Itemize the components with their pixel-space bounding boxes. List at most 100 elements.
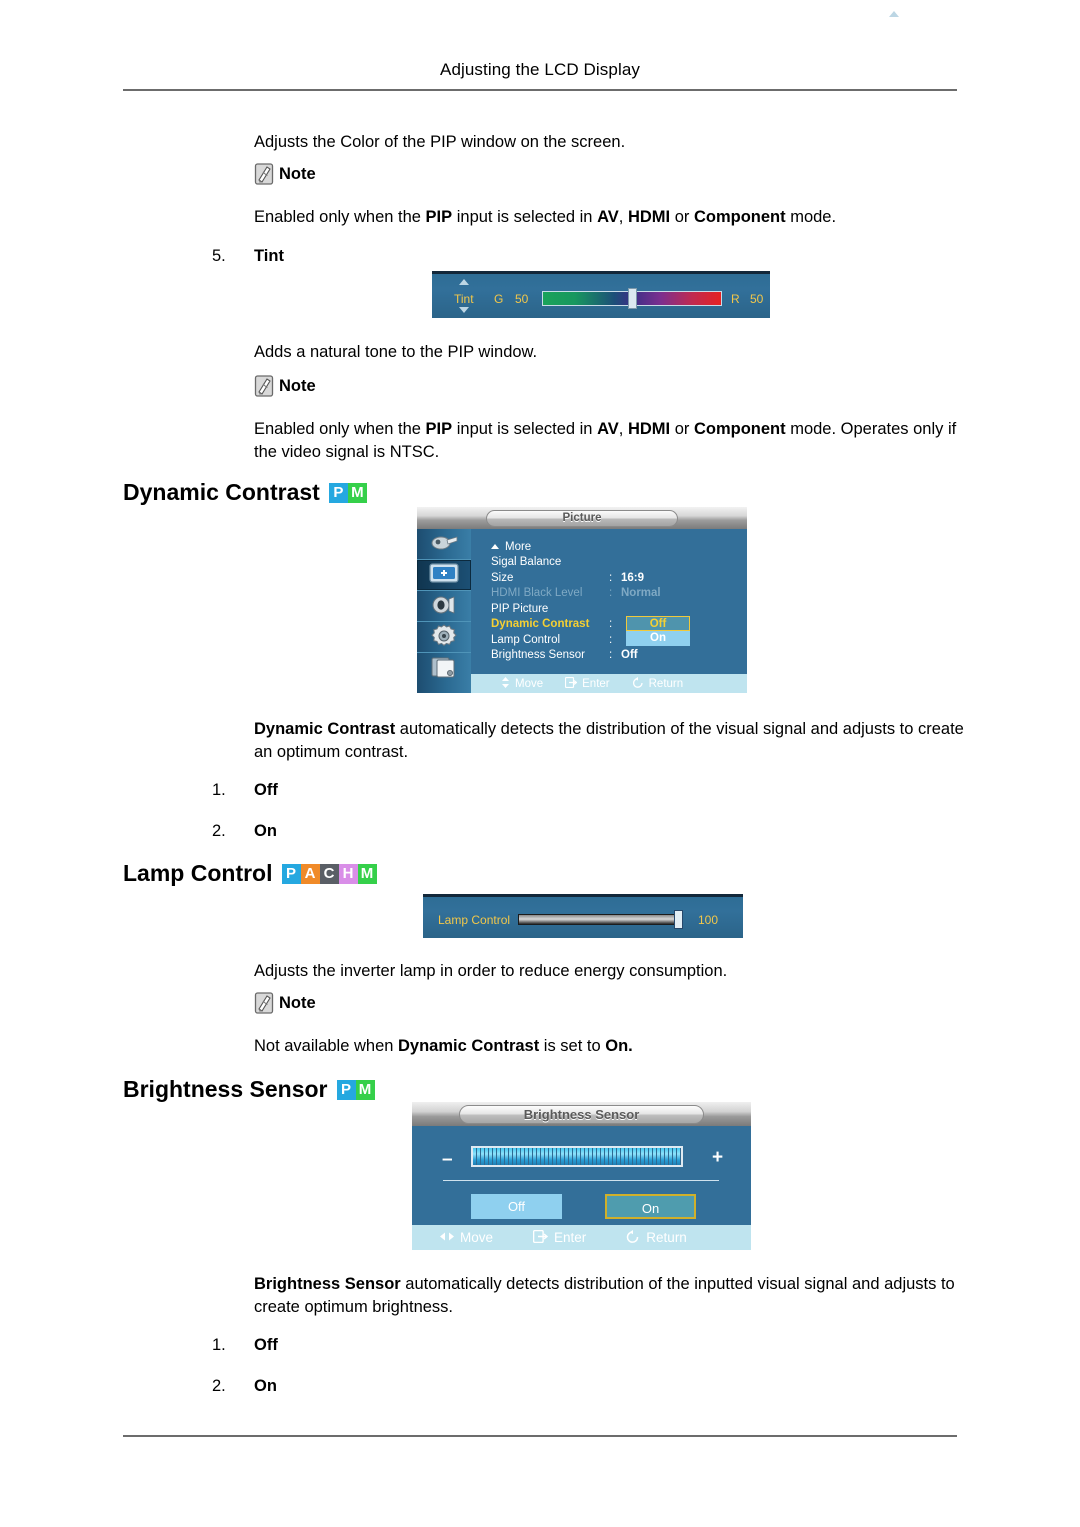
footer-move[interactable]: Move [501,676,544,691]
header-rule [123,89,957,91]
menu-row-dynamic-contrast[interactable]: Dynamic Contrast : [491,617,731,633]
menu-value-size: 16:9 [621,571,645,584]
badge-group-brightness-sensor: P M [336,1079,375,1100]
term-brightness-sensor: Brightness Sensor [254,1275,401,1293]
sidebar-item-setup[interactable] [417,622,471,653]
decrease-icon[interactable]: – [442,1150,453,1169]
dropdown-option-off[interactable]: Off [626,616,690,631]
pip-color-description: Adjusts the Color of the PIP window on t… [254,133,626,151]
osd-brightness-sensor[interactable]: Brightness Sensor – + Off On Move Enter … [412,1102,751,1250]
badge-h: H [338,863,358,884]
badge-p: P [336,1079,356,1100]
note-text-part: Enabled only when the [254,208,426,226]
note-middle: is set to [539,1037,606,1055]
return-icon [632,676,644,691]
menu-row-more[interactable]: More [491,539,731,555]
brightness-sensor-on-button[interactable]: On [605,1194,696,1219]
footer-enter[interactable]: Enter [532,1229,587,1246]
menu-colon: : [609,633,613,646]
list-label-on: On [254,1377,277,1395]
note-icon [254,163,275,185]
note-block-3: Note [254,992,316,1014]
brightness-sensor-description: Brightness Sensor automatically detects … [254,1273,989,1319]
term-component: Component [693,208,786,226]
menu-value-hdmi-black-level: Normal [621,587,661,600]
lamp-control-note-text: Not available when Dynamic Contrast is s… [254,1035,954,1058]
list-label-on: On [254,822,277,840]
menu-colon: : [609,618,613,631]
menu-label-more: More [505,540,532,553]
osd-footer: Move Enter Return [471,674,747,693]
osd-titlebar: Picture [417,507,747,529]
note-block-1: Note [254,163,316,185]
brightness-sensor-off-button[interactable]: Off [471,1194,562,1219]
menu-label-dynamic-contrast: Dynamic Contrast [491,618,590,631]
osd-tint-slider[interactable]: Tint G 50 R 50 [432,11,899,318]
list-label-off: Off [254,781,278,799]
heading-brightness-sensor: Brightness Sensor P M [123,1076,375,1103]
menu-row-size[interactable]: Size : 16:9 [491,570,731,586]
note-prefix: Not available when [254,1037,399,1055]
sidebar-item-sound[interactable] [417,591,471,622]
osd-sidebar[interactable] [417,529,471,693]
footer-return[interactable]: Return [632,676,683,691]
sidebar-item-multi-control[interactable] [417,653,471,683]
menu-row-lamp-control[interactable]: Lamp Control : [491,632,731,648]
lamp-osd-label: Lamp Control [438,913,511,927]
footer-rule [123,1435,957,1437]
footer-return[interactable]: Return [626,1229,687,1246]
brightness-level-meter[interactable] [471,1146,683,1167]
bs-divider [443,1180,719,1181]
footer-enter-label: Enter [554,1230,587,1245]
tint-slider-thumb[interactable] [628,288,637,309]
list-label-off: Off [254,1336,278,1354]
list-number: 2. [212,822,226,840]
note-label: Note [279,993,316,1012]
pip-color-note-text: Enabled only when the PIP input is selec… [254,208,837,226]
picture-icon [428,562,460,589]
osd-picture-menu[interactable]: Picture More Sigal Balance Size: 16:9 H… [417,507,747,693]
dropdown-dynamic-contrast[interactable]: Off On [626,616,690,646]
menu-value-brightness-sensor: Off [621,649,638,662]
note-icon [254,992,275,1014]
menu-row-signal-balance[interactable]: Sigal Balance [491,555,731,571]
term-av: AV [597,208,619,226]
footer-move-label: Move [515,677,544,690]
manual-page: Adjusting the LCD Display Adjusts the Co… [0,0,1080,1527]
osd-lamp-control-slider[interactable]: Lamp Control 100 [423,894,743,938]
tint-spinner-down-icon[interactable] [459,307,469,313]
tint-note-text: Enabled only when the PIP input is selec… [254,420,957,461]
tint-left-value: 50 [515,292,529,306]
multi-control-icon [429,655,459,682]
lamp-osd-value: 100 [698,913,719,927]
menu-row-hdmi-black-level: HDMI Black Level : Normal [491,586,731,602]
footer-enter[interactable]: Enter [565,676,610,691]
sidebar-item-input-source[interactable] [417,529,471,560]
dynamic-contrast-description: Dynamic Contrast automatically detects t… [254,718,964,764]
move-leftright-icon [440,1230,454,1245]
lamp-slider-track[interactable] [518,914,681,925]
menu-row-pip-picture[interactable]: PIP Picture [491,601,731,617]
menu-row-brightness-sensor[interactable]: Brightness Sensor : Off [491,648,731,664]
note-block-2: Note [254,375,316,397]
osd-menu-list[interactable]: More Sigal Balance Size : 16:9 HDMI Blac… [491,539,731,663]
footer-move-label: Move [460,1230,494,1245]
note-label: Note [279,164,316,183]
badge-m: M [347,482,367,503]
lamp-slider-thumb[interactable] [674,910,683,929]
sidebar-item-picture[interactable] [417,560,471,591]
list-number: 5. [212,247,226,265]
enter-icon [532,1229,549,1246]
menu-label-size: Size [491,571,514,584]
tint-spinner-up-icon[interactable] [459,279,469,285]
tint-osd-label: Tint [454,292,474,306]
list-number: 1. [212,1336,226,1354]
badge-a: A [300,863,320,884]
badge-m: M [355,1079,375,1100]
footer-return-label: Return [646,1230,687,1245]
term-on: On. [605,1037,633,1055]
increase-icon[interactable]: + [712,1148,723,1167]
dropdown-option-on[interactable]: On [626,631,690,646]
list-number: 2. [212,1377,226,1395]
footer-move[interactable]: Move [440,1230,493,1245]
